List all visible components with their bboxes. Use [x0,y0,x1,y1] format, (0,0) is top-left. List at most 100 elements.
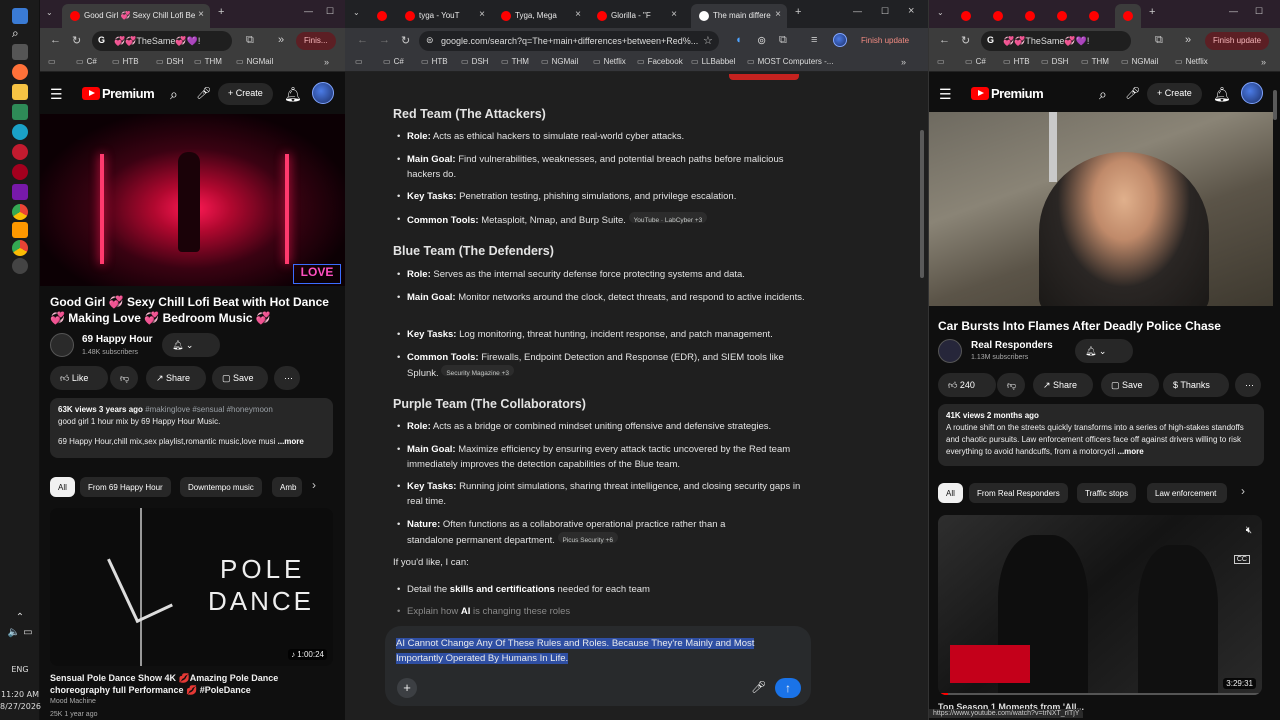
clock-date[interactable]: 8/27/2026 [0,702,41,711]
bookmarks-grid-icon[interactable] [937,57,950,66]
followup-option-skills[interactable]: Detail the skills and certifications nee… [397,582,807,597]
close-tab-icon[interactable]: × [575,9,581,20]
reload-icon[interactable]: ↻ [72,34,81,47]
chip-from-channel[interactable]: From 69 Happy Hour [80,477,171,497]
tab-pinned[interactable] [371,4,393,28]
tab-tyga-youtube[interactable]: tyga - YouT × [397,4,491,28]
chips-next-icon[interactable]: › [312,478,316,492]
bookmark-csharp[interactable]: C# [383,57,404,66]
page-scrollbar[interactable] [920,130,924,278]
channel-avatar[interactable] [50,333,74,357]
bookmarks-grid-icon[interactable] [48,57,61,66]
bookmark-csharp[interactable]: C# [76,57,97,66]
tab-1[interactable] [953,4,981,28]
bookmark-facebook[interactable]: Facebook [637,57,683,66]
voice-input-icon[interactable]: 🎤︎ [751,680,766,694]
next-video-thumbnail[interactable]: CC 🔇︎ 3:29:31 [938,515,1262,695]
channel-name[interactable]: 69 Happy Hour [82,334,153,345]
extension-1-icon[interactable]: ◖ [735,34,742,46]
bookmark-star-icon[interactable]: ☆ [703,34,713,47]
bookmark-csharp[interactable]: C# [965,57,986,66]
tab-5[interactable] [1081,4,1109,28]
minimize-icon[interactable]: — [853,6,862,16]
reading-list-icon[interactable]: ≡ [811,34,817,46]
more-actions-button[interactable]: ⋯ [1235,373,1261,397]
next-video-channel[interactable]: Mood Machine [50,698,96,705]
next-video-title[interactable]: Sensual Pole Dance Show 4K 💋Amazing Pole… [50,672,338,696]
app-icon[interactable] [12,164,28,180]
description-tags[interactable]: #makinglove #sensual #honeymoon [145,405,273,414]
minimize-icon[interactable]: — [1229,6,1238,16]
bookmark-htb[interactable]: HTB [421,57,448,66]
bookmark-dsh[interactable]: DSH [1041,57,1069,66]
more-chevron-icon[interactable]: » [278,34,284,46]
maximize-icon[interactable]: ☐ [326,6,334,17]
chip-ambient[interactable]: Amb [272,477,302,497]
maximize-icon[interactable]: ☐ [881,6,889,17]
chip-law-enforcement[interactable]: Law enforcement [1147,483,1227,503]
close-tab-icon[interactable]: × [671,9,677,20]
chip-from-channel[interactable]: From Real Responders [969,483,1068,503]
create-button[interactable]: + Create [218,83,273,105]
create-button[interactable]: + Create [1147,83,1202,105]
tab-2[interactable] [985,4,1013,28]
bookmarks-more-icon[interactable]: » [1261,57,1266,67]
source-chip-youtube[interactable]: YouTube · LabCyber +3 [628,212,708,224]
channel-name[interactable]: Real Responders [971,340,1053,351]
save-button[interactable]: ▢ Save [212,366,268,390]
explorer-icon[interactable] [12,84,28,100]
hamburger-menu-icon[interactable]: ☰ [50,86,63,103]
notifications-toggle[interactable]: 🔔︎ ⌄ [162,333,220,357]
youtube-premium-logo[interactable]: Premium [82,86,155,101]
tab-tyga-mega[interactable]: Tyga, Mega × [493,4,587,28]
back-icon[interactable]: ← [357,34,368,46]
source-chip-security-magazine[interactable]: Security Magazine +3 [441,365,515,377]
page-scrollbar[interactable] [1273,90,1277,120]
channel-avatar[interactable] [938,339,962,363]
bookmark-ngmail[interactable]: NGMail [541,57,579,66]
close-tab-icon[interactable]: × [479,9,485,20]
finish-update-button[interactable]: Finish update [853,32,919,50]
video-player[interactable]: LOVE [40,114,345,286]
tab-glorilla[interactable]: Glorilla - "F × [589,4,683,28]
opera-icon[interactable] [12,144,28,160]
firefox-icon[interactable] [12,64,28,80]
like-button[interactable]: 👍︎ Like [50,366,108,390]
tab-menu-icon[interactable]: ⌄ [46,8,53,17]
bookmark-llbabbel[interactable]: LLBabbel [691,57,736,66]
bookmark-thm[interactable]: THM [1081,57,1109,66]
edge-icon[interactable] [12,124,28,140]
finish-update-button[interactable]: Finis... [296,32,336,50]
bookmarks-more-icon[interactable]: » [324,57,329,67]
dislike-button[interactable]: 👎︎ [110,366,138,390]
back-icon[interactable]: ← [939,34,950,46]
video-player[interactable] [929,112,1273,306]
thanks-button[interactable]: $ Thanks [1163,373,1229,397]
clock-time[interactable]: 11:20 AM [0,690,40,699]
chip-all[interactable]: All [50,477,75,497]
bookmark-htb[interactable]: HTB [1003,57,1030,66]
followup-option-ai[interactable]: Explain how AI is changing these roles [397,604,807,619]
forward-icon[interactable]: → [379,34,390,46]
search-icon[interactable]: ⌕ [12,26,28,42]
description-more-link[interactable]: ...more [1118,447,1144,456]
bookmark-most-computers[interactable]: MOST Computers -... [747,57,834,66]
tray-chevron-icon[interactable]: ⌃ [0,612,40,623]
bookmarks-more-icon[interactable]: » [901,57,906,67]
mute-icon[interactable]: 🔇︎ [1246,525,1252,536]
chip-traffic-stops[interactable]: Traffic stops [1077,483,1137,503]
search-icon[interactable]: ⌕ [1099,86,1107,103]
tab-menu-icon[interactable]: ⌄ [353,8,360,17]
bookmark-netflix[interactable]: Netflix [1175,57,1208,66]
prompt-composer[interactable]: AI Cannot Change Any Of These Rules and … [385,626,811,706]
account-avatar[interactable] [1241,82,1263,104]
video-description[interactable]: 41K views 2 months ago A routine shift o… [938,404,1264,466]
tab-youtube[interactable]: Good Girl 💞 Sexy Chill Lofi Be × [62,4,210,28]
mic-icon[interactable]: 🎤︎ [1125,86,1140,100]
new-tab-icon[interactable]: + [795,6,801,18]
description-more-link[interactable]: ...more [278,437,304,446]
bookmark-dsh[interactable]: DSH [156,57,184,66]
chrome-icon[interactable] [12,204,28,220]
bookmark-ngmail[interactable]: NGMail [236,57,274,66]
extensions-icon[interactable]: ⧉ [1155,34,1163,47]
